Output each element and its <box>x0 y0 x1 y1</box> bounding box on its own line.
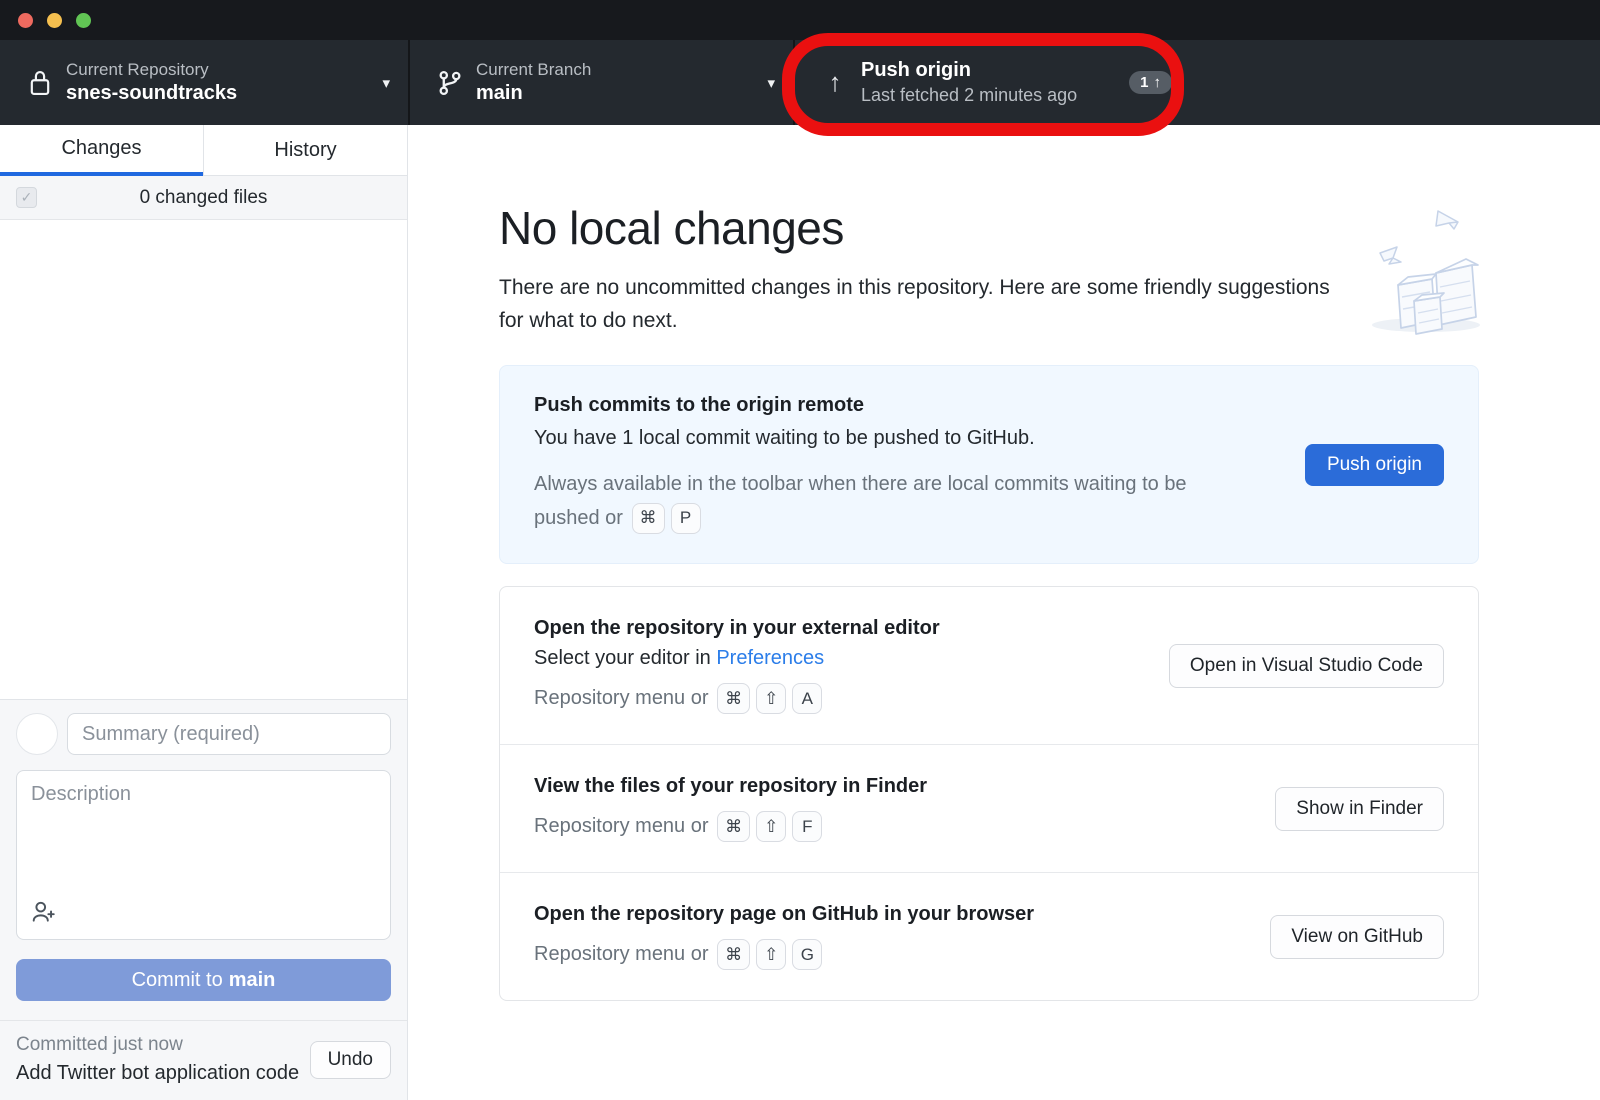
command-key-icon: ⌘ <box>717 811 750 842</box>
window-titlebar <box>0 0 1600 40</box>
changed-files-row: ✓ 0 changed files <box>0 176 407 220</box>
main-content-area: No local changes There are no uncommitte… <box>409 125 1600 1100</box>
sidebar: Changes History ✓ 0 changed files Commit… <box>0 125 408 1100</box>
current-branch-label: Current Branch <box>476 59 759 80</box>
commit-message-text: Add Twitter bot application code <box>16 1060 310 1086</box>
preferences-link[interactable]: Preferences <box>716 647 824 669</box>
suggestion-shortcut: Repository menu or ⌘⇧A <box>534 683 1149 714</box>
maximize-window-button[interactable] <box>76 13 91 28</box>
suggestion-row-finder: View the files of your repository in Fin… <box>500 745 1478 873</box>
current-repository-name: snes-soundtracks <box>66 81 374 106</box>
last-commit-row: Committed just now Add Twitter bot appli… <box>0 1020 407 1100</box>
app-toolbar: Current Repository snes-soundtracks ▾ Cu… <box>0 40 1600 125</box>
arrow-up-icon: ↑ <box>813 67 857 98</box>
key-p: P <box>671 503 701 534</box>
avatar <box>16 713 58 755</box>
key-f: F <box>792 811 822 842</box>
view-on-github-button[interactable]: View on GitHub <box>1270 915 1444 959</box>
push-origin-title: Push origin <box>861 58 1129 83</box>
push-panel-hint: Always available in the toolbar when the… <box>534 467 1239 535</box>
add-coauthor-icon[interactable] <box>31 900 57 929</box>
changed-files-count: 0 changed files <box>37 187 370 209</box>
chevron-down-icon: ▾ <box>374 74 390 92</box>
select-all-checkbox[interactable]: ✓ <box>16 187 37 208</box>
push-origin-subtitle: Last fetched 2 minutes ago <box>861 84 1129 107</box>
push-origin-toolbar-button[interactable]: ↑ Push origin Last fetched 2 minutes ago… <box>795 40 1190 125</box>
suggestion-row-external-editor: Open the repository in your external edi… <box>500 587 1478 745</box>
commit-form: Commit to main Committed just now Add Tw… <box>0 699 407 1100</box>
push-count-badge: 1 ↑ <box>1129 71 1172 94</box>
key-a: A <box>792 683 822 714</box>
command-key-icon: ⌘ <box>632 503 665 534</box>
suggestion-row-github: Open the repository page on GitHub in yo… <box>500 873 1478 1000</box>
tab-changes[interactable]: Changes <box>0 125 203 176</box>
suggestion-title: View the files of your repository in Fin… <box>534 775 1255 798</box>
shift-key-icon: ⇧ <box>756 683 786 714</box>
push-panel-body: You have 1 local commit waiting to be pu… <box>534 427 1239 450</box>
show-in-finder-button[interactable]: Show in Finder <box>1275 787 1444 831</box>
tab-history[interactable]: History <box>203 125 407 176</box>
close-window-button[interactable] <box>18 13 33 28</box>
suggestions-panel: Open the repository in your external edi… <box>499 586 1479 1001</box>
suggestion-shortcut: Repository menu or ⌘⇧G <box>534 939 1250 970</box>
minimize-window-button[interactable] <box>47 13 62 28</box>
push-commits-panel: Push commits to the origin remote You ha… <box>499 365 1479 564</box>
suggestion-line: Select your editor in Preferences <box>534 647 1149 670</box>
paper-stack-illustration <box>1360 189 1492 344</box>
current-repository-dropdown[interactable]: Current Repository snes-soundtracks ▾ <box>0 40 410 125</box>
git-branch-icon <box>428 69 472 97</box>
current-branch-dropdown[interactable]: Current Branch main ▾ <box>410 40 795 125</box>
push-panel-title: Push commits to the origin remote <box>534 394 1239 417</box>
lock-icon <box>18 68 62 98</box>
command-key-icon: ⌘ <box>717 683 750 714</box>
commit-to-main-button[interactable]: Commit to main <box>16 959 391 1001</box>
undo-commit-button[interactable]: Undo <box>310 1041 391 1079</box>
commit-description-input[interactable] <box>17 771 390 939</box>
suggestion-title: Open the repository page on GitHub in yo… <box>534 903 1250 926</box>
current-repository-label: Current Repository <box>66 59 374 80</box>
suggestion-shortcut: Repository menu or ⌘⇧F <box>534 811 1255 842</box>
changes-list-empty <box>0 220 407 699</box>
commit-status-text: Committed just now <box>16 1033 310 1058</box>
shift-key-icon: ⇧ <box>756 811 786 842</box>
page-title: No local changes <box>499 201 1479 255</box>
current-branch-name: main <box>476 81 759 106</box>
key-g: G <box>792 939 822 970</box>
chevron-down-icon: ▾ <box>759 74 775 92</box>
suggestion-title: Open the repository in your external edi… <box>534 617 1149 640</box>
commit-summary-input[interactable] <box>67 713 391 755</box>
open-in-editor-button[interactable]: Open in Visual Studio Code <box>1169 644 1444 688</box>
arrow-up-icon: ↑ <box>1154 74 1162 91</box>
sidebar-tabs: Changes History <box>0 125 407 176</box>
command-key-icon: ⌘ <box>717 939 750 970</box>
shift-key-icon: ⇧ <box>756 939 786 970</box>
window-controls <box>18 13 91 28</box>
page-subtitle: There are no uncommitted changes in this… <box>499 272 1349 337</box>
push-origin-button[interactable]: Push origin <box>1305 444 1444 486</box>
